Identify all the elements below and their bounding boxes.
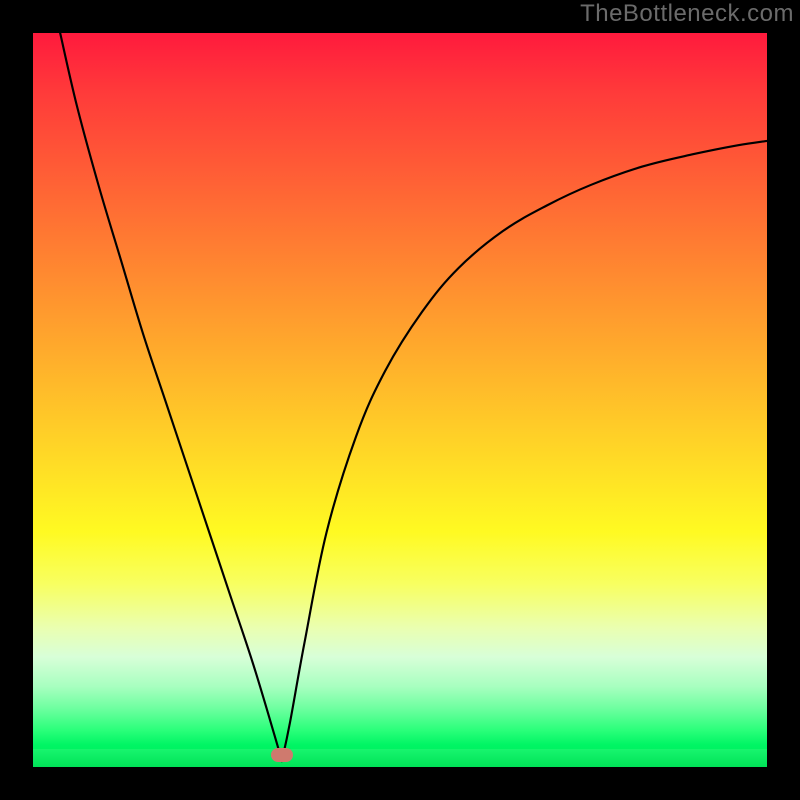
chart-frame: TheBottleneck.com xyxy=(0,0,800,800)
curve-left-branch xyxy=(60,33,282,761)
curve-right-branch xyxy=(282,141,767,761)
plot-area xyxy=(33,33,767,767)
attribution-text: TheBottleneck.com xyxy=(580,0,794,28)
min-point-marker xyxy=(271,748,293,762)
curve-layer xyxy=(33,33,767,767)
